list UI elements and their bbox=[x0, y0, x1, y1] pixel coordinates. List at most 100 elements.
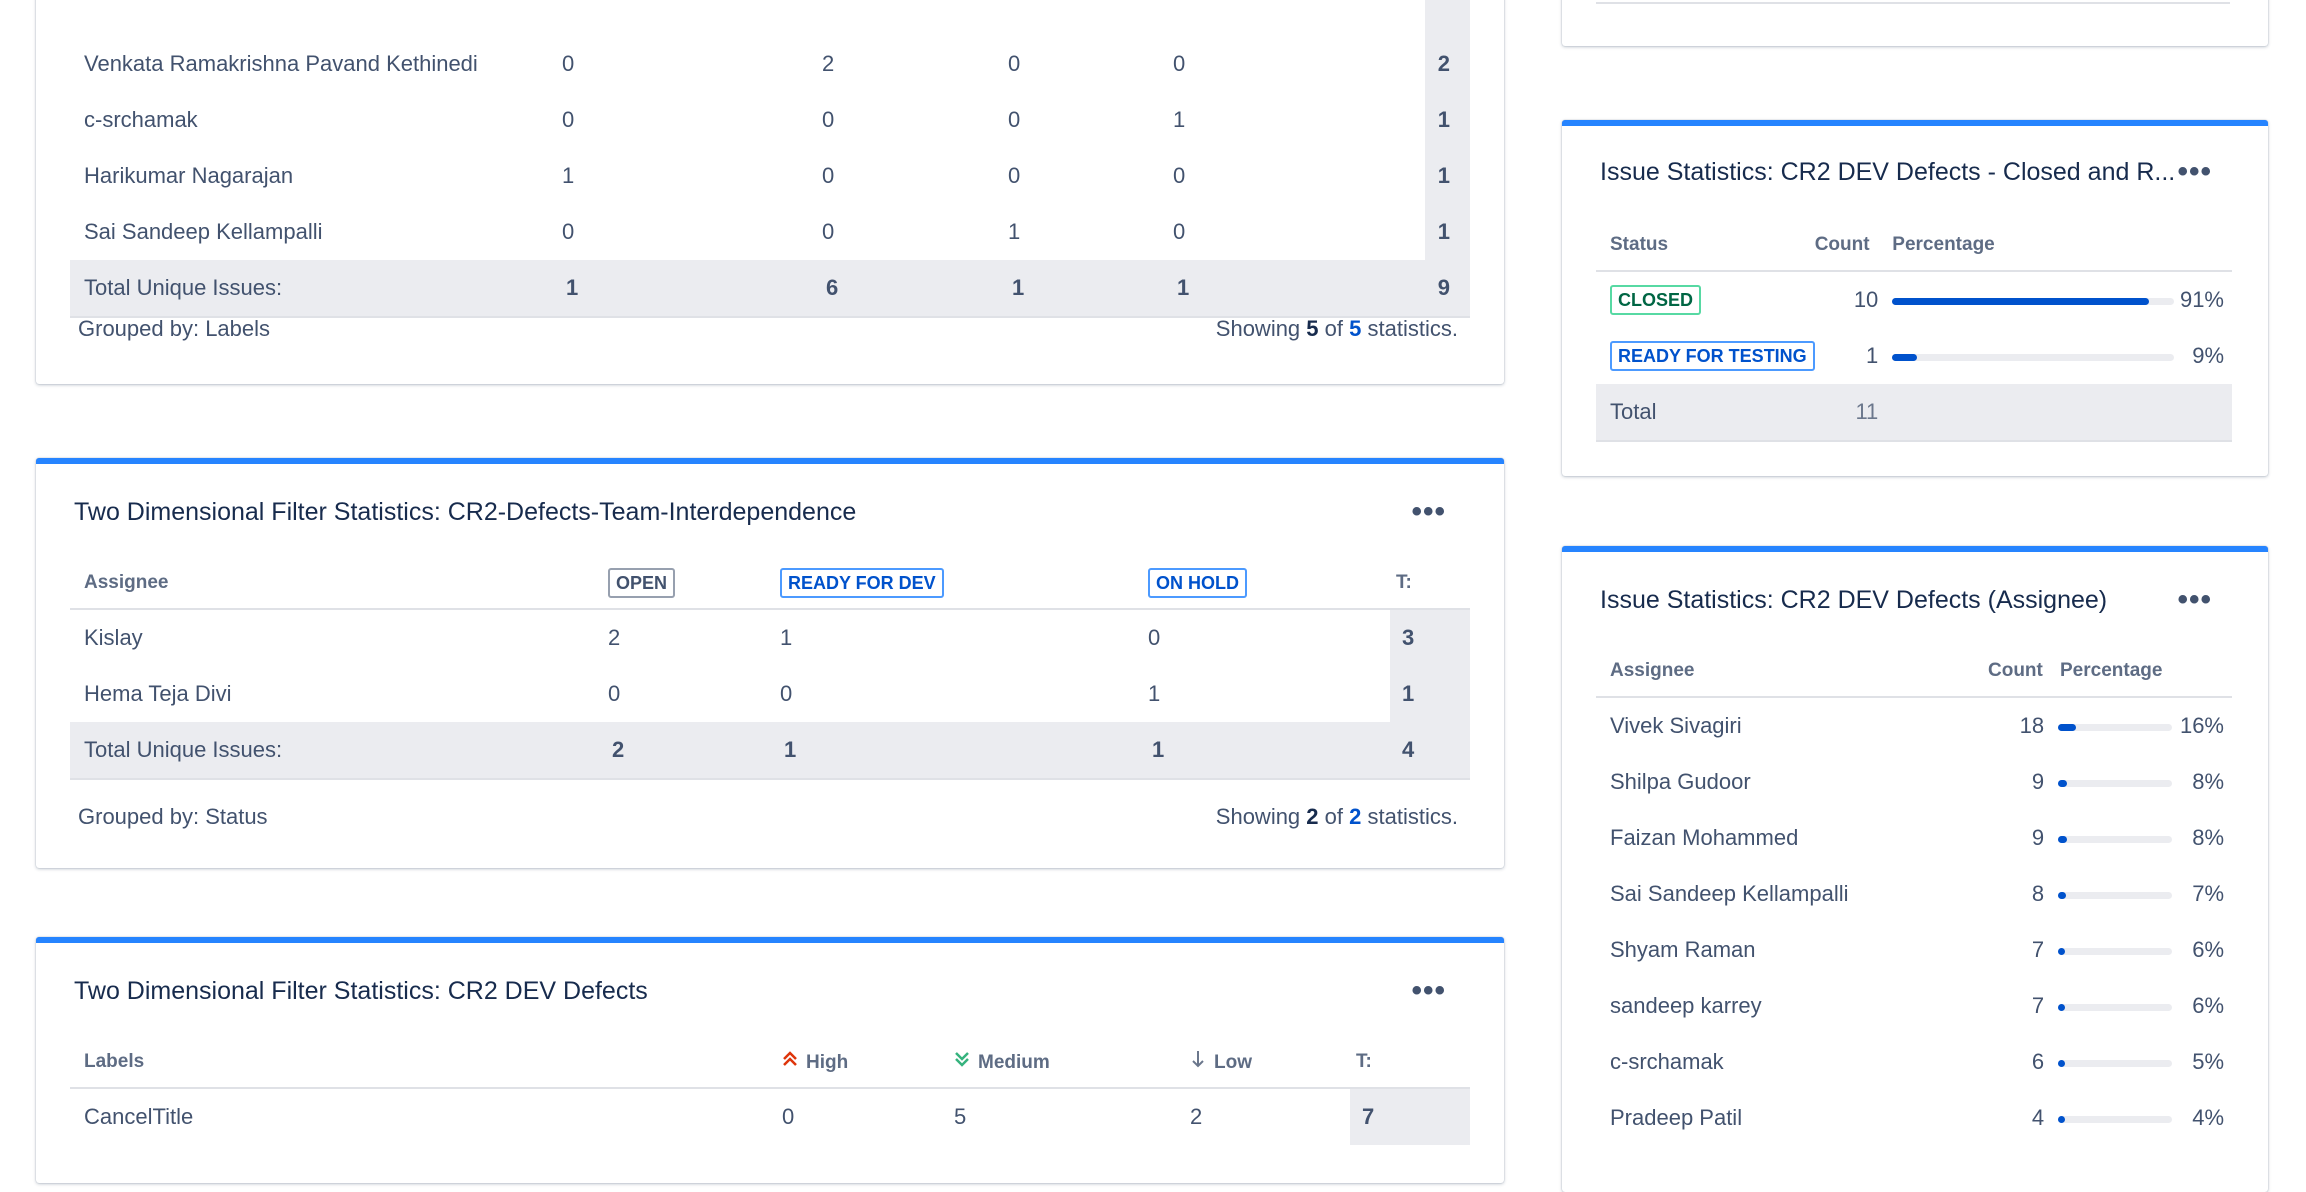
table-row: c-srchamak 6 5% bbox=[1596, 1034, 2232, 1090]
cell-count[interactable]: 0 bbox=[562, 204, 822, 260]
showing-suffix: statistics. bbox=[1367, 804, 1458, 829]
column-header-status[interactable]: READY FOR DEV bbox=[780, 558, 1148, 610]
table-header: Labels High Medium Low T: bbox=[70, 1037, 1470, 1089]
cell-count[interactable]: 0 bbox=[1173, 204, 1425, 260]
row-total[interactable]: 3 bbox=[1390, 609, 1470, 666]
cell-count[interactable]: 1 bbox=[780, 609, 1148, 666]
column-header-priority[interactable]: Low bbox=[1190, 1037, 1350, 1089]
cell-count[interactable]: 0 bbox=[1008, 36, 1173, 92]
cell-count[interactable]: 0 bbox=[1008, 148, 1173, 204]
grouped-by-text: Grouped by: Status bbox=[78, 804, 268, 829]
column-total[interactable]: 2 bbox=[608, 722, 780, 780]
percentage-value: 91% bbox=[2179, 287, 2224, 312]
cell-count[interactable]: 0 bbox=[782, 1088, 954, 1145]
cell-count[interactable]: 1 bbox=[1008, 204, 1173, 260]
priority-label: Medium bbox=[978, 1052, 1050, 1073]
status-lozenge: READY FOR TESTING bbox=[1610, 341, 1815, 371]
assignee-name[interactable]: Faizan Mohammed bbox=[1596, 810, 1986, 866]
percentage-bar-cell bbox=[2046, 810, 2173, 866]
cell-count[interactable]: 2 bbox=[1190, 1088, 1350, 1145]
grand-total[interactable]: 9 bbox=[1425, 260, 1470, 318]
closed-ready-table: Status Count Percentage CLOSED 10 91% RE… bbox=[1596, 220, 2232, 442]
grand-total[interactable]: 4 bbox=[1390, 722, 1470, 780]
assignee-name[interactable]: c-srchamak bbox=[1596, 1034, 1986, 1090]
cell-count[interactable]: 6 bbox=[1986, 1034, 2046, 1090]
row-total[interactable]: 1 bbox=[1425, 92, 1470, 148]
column-header-priority[interactable]: High bbox=[782, 1037, 954, 1089]
gadget-title: Issue Statistics: CR2 DEV Defects (Assig… bbox=[1600, 586, 2108, 614]
more-actions-icon[interactable]: ••• bbox=[2177, 157, 2212, 187]
column-total[interactable]: 1 bbox=[1148, 722, 1390, 780]
more-actions-icon[interactable]: ••• bbox=[2177, 585, 2212, 615]
percentage-bar bbox=[2058, 1059, 2173, 1067]
column-total[interactable]: 6 bbox=[822, 260, 1008, 318]
assignee-name[interactable]: Pradeep Patil bbox=[1596, 1090, 1986, 1146]
percentage-bar-fill bbox=[2058, 723, 2077, 731]
column-total[interactable]: 1 bbox=[780, 722, 1148, 780]
cell-count[interactable]: 8 bbox=[1986, 866, 2046, 922]
cell-count[interactable]: 1 bbox=[1173, 92, 1425, 148]
assignee-name[interactable]: Shilpa Gudoor bbox=[1596, 754, 1986, 810]
cell-count[interactable]: 1 bbox=[562, 148, 822, 204]
row-total[interactable]: 1 bbox=[1390, 666, 1470, 722]
column-total[interactable]: 1 bbox=[1173, 260, 1425, 318]
column-header-status[interactable]: ON HOLD bbox=[1148, 558, 1390, 610]
percentage-bar-fill bbox=[2058, 947, 2066, 955]
column-header-total: T: bbox=[1350, 1037, 1470, 1089]
cell-count[interactable]: 0 bbox=[608, 666, 780, 722]
status-lozenge: ON HOLD bbox=[1148, 568, 1247, 598]
table-header: Status Count Percentage bbox=[1596, 220, 2232, 272]
status-cell[interactable]: CLOSED bbox=[1596, 271, 1815, 328]
cell-count[interactable]: 0 bbox=[1008, 92, 1173, 148]
row-total[interactable]: 7 bbox=[1350, 1088, 1470, 1145]
cell-count[interactable]: 0 bbox=[1173, 148, 1425, 204]
percentage-bar-fill bbox=[2058, 1003, 2066, 1011]
cell-count[interactable]: 9 bbox=[1986, 754, 2046, 810]
cell-count[interactable]: 0 bbox=[562, 36, 822, 92]
column-total[interactable]: 1 bbox=[1008, 260, 1173, 318]
column-header-status[interactable]: OPEN bbox=[608, 558, 780, 610]
gadget-title: Two Dimensional Filter Statistics: CR2 D… bbox=[74, 977, 648, 1005]
total-label: Total Unique Issues: bbox=[70, 722, 608, 780]
more-actions-icon[interactable]: ••• bbox=[1411, 497, 1446, 527]
assignee-name[interactable]: Sai Sandeep Kellampalli bbox=[1596, 866, 1986, 922]
cell-count[interactable]: 7 bbox=[1986, 922, 2046, 978]
row-total[interactable]: 1 bbox=[1425, 148, 1470, 204]
assignee-name[interactable]: Shyam Raman bbox=[1596, 922, 1986, 978]
cell-count[interactable]: 18 bbox=[1986, 698, 2046, 754]
table-row: Faizan Mohammed 9 8% bbox=[1596, 810, 2232, 866]
column-header-priority[interactable]: Medium bbox=[954, 1037, 1190, 1089]
cell-count[interactable]: 7 bbox=[1986, 978, 2046, 1034]
gadget-cr2-dev-defects: Two Dimensional Filter Statistics: CR2 D… bbox=[36, 937, 1504, 1183]
cell-count[interactable]: 9 bbox=[1986, 810, 2046, 866]
assignee-name[interactable]: Vivek Sivagiri bbox=[1596, 698, 1986, 754]
column-total[interactable]: 1 bbox=[562, 260, 822, 318]
cell-count[interactable]: 0 bbox=[822, 204, 1008, 260]
cell-count[interactable]: 5 bbox=[954, 1088, 1190, 1145]
cell-count[interactable]: 10 bbox=[1815, 271, 1881, 328]
cell-count[interactable]: 0 bbox=[1148, 609, 1390, 666]
high-priority-icon bbox=[782, 1050, 798, 1074]
more-actions-icon[interactable]: ••• bbox=[1411, 976, 1446, 1006]
column-header-labels: Labels bbox=[70, 1037, 782, 1089]
total-label: Total Unique Issues: bbox=[70, 260, 562, 318]
cell-count[interactable]: 0 bbox=[822, 148, 1008, 204]
row-label: Sai Sandeep Kellampalli bbox=[84, 219, 323, 244]
cell-count[interactable]: 0 bbox=[822, 92, 1008, 148]
row-total[interactable]: 2 bbox=[1425, 36, 1470, 92]
assignee-name[interactable]: sandeep karrey bbox=[1596, 978, 1986, 1034]
status-cell[interactable]: READY FOR TESTING bbox=[1596, 328, 1815, 384]
row-total[interactable]: 1 bbox=[1425, 204, 1470, 260]
cell-count[interactable]: 0 bbox=[1173, 36, 1425, 92]
cell-count[interactable]: 2 bbox=[608, 609, 780, 666]
percentage-bar-cell bbox=[2046, 866, 2173, 922]
cell-count[interactable]: 1 bbox=[1148, 666, 1390, 722]
percentage-bar bbox=[2058, 891, 2173, 899]
cell-count[interactable]: 1 bbox=[1815, 328, 1881, 384]
cell-count[interactable]: 0 bbox=[780, 666, 1148, 722]
table-row: Vivek Sivagiri 18 16% bbox=[1596, 698, 2232, 754]
cell-count[interactable]: 2 bbox=[822, 36, 1008, 92]
cell-count[interactable]: 0 bbox=[562, 92, 822, 148]
cell-count[interactable]: 4 bbox=[1986, 1090, 2046, 1146]
row-label: CancelTitle bbox=[84, 1104, 194, 1129]
